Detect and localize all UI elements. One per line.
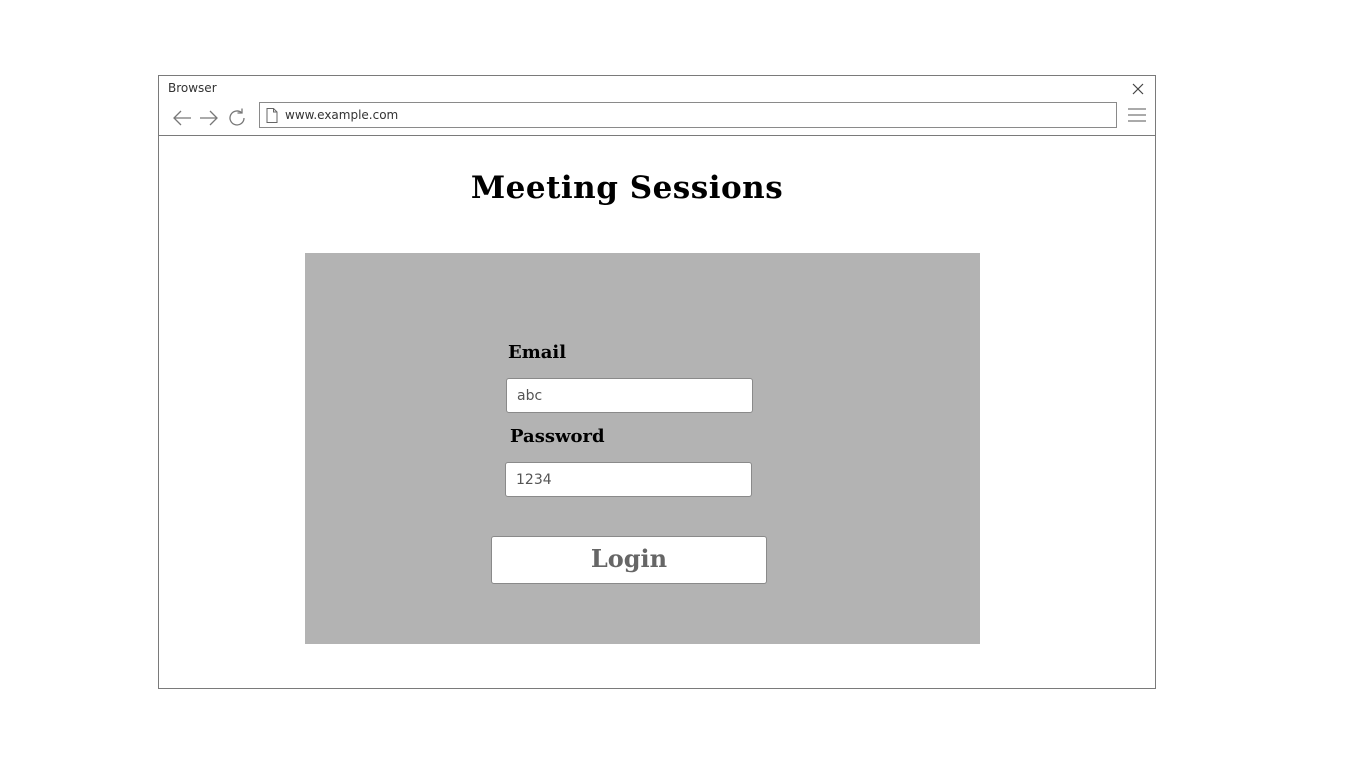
url-text: www.example.com [285,108,399,122]
password-field[interactable] [505,462,752,497]
page-icon [266,108,278,123]
close-icon [1132,83,1144,95]
page-title: Meeting Sessions [470,170,784,206]
forward-button[interactable] [198,107,220,129]
browser-toolbar: www.example.com [159,102,1155,136]
back-button[interactable] [171,107,193,129]
login-button[interactable]: Login [491,536,767,584]
menu-button[interactable] [1128,107,1146,123]
back-arrow-icon [173,110,191,126]
hamburger-menu-icon [1128,108,1146,122]
address-bar[interactable]: www.example.com [259,102,1117,128]
page-content: Meeting Sessions Email Password Login [159,136,1155,688]
browser-title: Browser [168,81,217,95]
password-label: Password [510,426,605,447]
refresh-icon [229,108,245,126]
browser-window: Browser www.example.com Meeting Sessions… [158,75,1156,689]
login-panel: Email Password Login [305,253,980,644]
email-label: Email [508,342,567,363]
forward-arrow-icon [200,110,218,126]
email-field[interactable] [506,378,753,413]
close-button[interactable] [1131,82,1145,96]
refresh-button[interactable] [226,107,248,129]
